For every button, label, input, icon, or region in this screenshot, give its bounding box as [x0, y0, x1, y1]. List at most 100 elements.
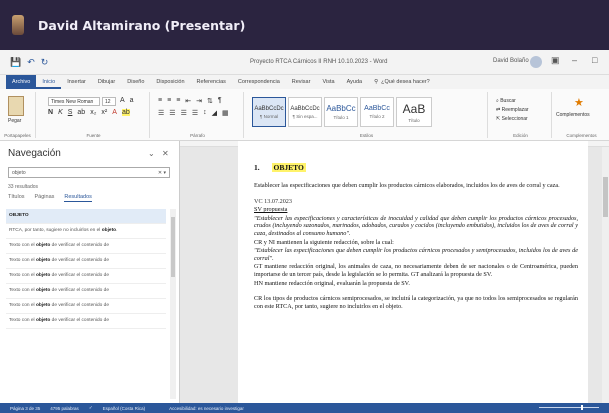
- style-no-spacing[interactable]: AaBbCcDc ¶ Sin espa...: [288, 97, 322, 127]
- ribbon-display-icon[interactable]: ▣: [551, 55, 560, 66]
- list-item[interactable]: RTCA, por tanto, sugiere no incluirlos e…: [6, 224, 166, 239]
- line-spacing-icon[interactable]: ↕: [203, 109, 207, 117]
- zoom-knob[interactable]: [581, 405, 583, 410]
- align-right-icon[interactable]: ☰: [181, 109, 187, 117]
- undo-icon[interactable]: ↶: [27, 57, 35, 68]
- save-icon[interactable]: 💾: [10, 57, 21, 68]
- font-size-box[interactable]: 12: [102, 97, 116, 106]
- list-item[interactable]: Texto con el objeto de verificar el cont…: [6, 239, 166, 254]
- nav-tab-headings[interactable]: Títulos: [8, 194, 25, 202]
- redo-icon[interactable]: ↻: [41, 57, 49, 68]
- document-page[interactable]: 1. OBJETO Establecer las especificacione…: [238, 141, 588, 403]
- clipboard-group-label: Portapapeles: [4, 133, 31, 138]
- tab-layout[interactable]: Disposición: [150, 75, 190, 89]
- maximize-icon[interactable]: □: [592, 55, 597, 65]
- nav-scroll-thumb[interactable]: [171, 217, 175, 277]
- align-left-icon[interactable]: ☰: [158, 109, 164, 117]
- pilcrow-icon[interactable]: ¶: [218, 97, 222, 105]
- tab-design[interactable]: Diseño: [121, 75, 150, 89]
- user-name[interactable]: David Bolaño: [493, 58, 529, 64]
- justify-icon[interactable]: ☰: [192, 109, 198, 117]
- bold-icon[interactable]: N: [48, 109, 53, 116]
- proposal-label: SV propuesta: [254, 206, 288, 214]
- nav-results-list: OBJETO RTCA, por tanto, sugiere no inclu…: [6, 209, 166, 329]
- result-text: de verificar el contenido de: [50, 258, 109, 263]
- list-item[interactable]: Texto con el objeto de verificar el cont…: [6, 299, 166, 314]
- zoom-slider[interactable]: [539, 405, 599, 410]
- superscript-icon[interactable]: x²: [101, 109, 107, 116]
- nav-tab-results[interactable]: Resultados: [64, 194, 92, 202]
- accessibility-status[interactable]: Accesibilidad: es necesario investigar: [169, 406, 244, 411]
- highlight-icon[interactable]: ab: [121, 109, 130, 116]
- bullets-icon[interactable]: ≡: [158, 97, 162, 105]
- strikethrough-icon[interactable]: ab: [77, 109, 85, 116]
- paragraph: CR los tipos de productos cárnicos semip…: [254, 295, 578, 310]
- word-count[interactable]: 4795 palabras: [50, 406, 79, 411]
- font-color-icon[interactable]: A: [112, 109, 117, 116]
- result-text: .: [116, 228, 118, 233]
- tab-file[interactable]: Archivo: [6, 75, 37, 89]
- grow-font-icon[interactable]: A: [120, 97, 125, 104]
- document-scrollbar[interactable]: [602, 147, 609, 403]
- addins-label[interactable]: Complementos: [556, 112, 590, 118]
- clipboard-group: Pegar Portapapeles: [0, 92, 36, 138]
- subscript-icon[interactable]: x₂: [90, 109, 96, 116]
- list-item[interactable]: Texto con el objeto de verificar el cont…: [6, 269, 166, 284]
- list-item[interactable]: Texto con el objeto de verificar el cont…: [6, 284, 166, 299]
- replace-button[interactable]: ⇄ Reemplazar: [496, 107, 529, 113]
- style-title[interactable]: AaB Título: [396, 97, 432, 127]
- italic-icon[interactable]: K: [58, 109, 63, 116]
- shading-icon[interactable]: ◢: [212, 109, 217, 117]
- paste-icon[interactable]: [8, 96, 24, 116]
- align-center-icon[interactable]: ☰: [169, 109, 175, 117]
- shrink-font-icon[interactable]: a: [130, 97, 134, 104]
- style-heading-2[interactable]: AaBbCc Título 2: [360, 97, 394, 127]
- tab-help[interactable]: Ayuda: [341, 75, 369, 89]
- find-button[interactable]: ⌕ Buscar: [496, 98, 516, 104]
- font-name-box[interactable]: Times New Roman: [48, 97, 100, 106]
- close-icon[interactable]: ✕: [162, 149, 169, 158]
- sort-icon[interactable]: ⇅: [207, 97, 213, 105]
- style-normal[interactable]: AaBbCcDc ¶ Normal: [252, 97, 286, 127]
- nav-scrollbar[interactable]: [170, 209, 176, 399]
- list-item[interactable]: Texto con el objeto de verificar el cont…: [6, 254, 166, 269]
- tell-me-box[interactable]: ⚲ ¿Qué desea hacer?: [368, 75, 436, 89]
- proofing-icon[interactable]: ✓: [89, 405, 93, 411]
- decrease-indent-icon[interactable]: ⇤: [185, 97, 191, 105]
- tab-mailings[interactable]: Correspondencia: [232, 75, 286, 89]
- minimize-icon[interactable]: –: [572, 55, 577, 65]
- tab-insert[interactable]: Insertar: [61, 75, 92, 89]
- nav-search-input[interactable]: objeto ✕ ▾: [8, 167, 170, 178]
- paste-label[interactable]: Pegar: [8, 118, 21, 124]
- font-size-buttons: A a: [120, 97, 134, 104]
- underline-icon[interactable]: S: [68, 109, 73, 116]
- tab-home[interactable]: Inicio: [36, 75, 62, 89]
- addins-icon[interactable]: ★: [574, 96, 584, 109]
- list-item[interactable]: Texto con el objeto de verificar el cont…: [6, 314, 166, 329]
- list-item[interactable]: OBJETO: [6, 209, 166, 224]
- multilevel-list-icon[interactable]: ≡: [176, 97, 180, 105]
- nav-tab-pages[interactable]: Páginas: [35, 194, 55, 202]
- document-scroll-thumb[interactable]: [603, 177, 608, 217]
- increase-indent-icon[interactable]: ⇥: [196, 97, 202, 105]
- tab-references[interactable]: Referencias: [191, 75, 232, 89]
- style-name: Título 2: [369, 114, 385, 119]
- borders-icon[interactable]: ▦: [222, 109, 229, 117]
- user-avatar[interactable]: [530, 56, 542, 68]
- select-button[interactable]: ⇱ Seleccionar: [496, 116, 528, 122]
- result-hit: objeto: [35, 243, 51, 248]
- language-indicator[interactable]: Español (Costa Rica): [103, 406, 146, 411]
- tab-view[interactable]: Vista: [316, 75, 340, 89]
- tab-review[interactable]: Revisar: [286, 75, 317, 89]
- numbering-icon[interactable]: ≡: [167, 97, 171, 105]
- clear-search-icon[interactable]: ✕ ▾: [158, 168, 166, 178]
- screen: David Altamirano (Presentar) 💾 ↶ ↻ Proye…: [0, 0, 609, 413]
- style-heading-1[interactable]: AaBbCc Título 1: [324, 97, 358, 127]
- style-sample: AaBbCcDc: [290, 105, 320, 112]
- styles-group: AaBbCcDc ¶ Normal AaBbCcDc ¶ Sin espa...…: [246, 92, 488, 138]
- document-body[interactable]: 1. OBJETO Establecer las especificacione…: [254, 163, 578, 318]
- tab-draw[interactable]: Dibujar: [92, 75, 121, 89]
- style-name: ¶ Sin espa...: [292, 113, 318, 119]
- chevron-down-icon[interactable]: ⌄: [148, 149, 155, 158]
- page-indicator[interactable]: Página 3 de 35: [10, 406, 40, 411]
